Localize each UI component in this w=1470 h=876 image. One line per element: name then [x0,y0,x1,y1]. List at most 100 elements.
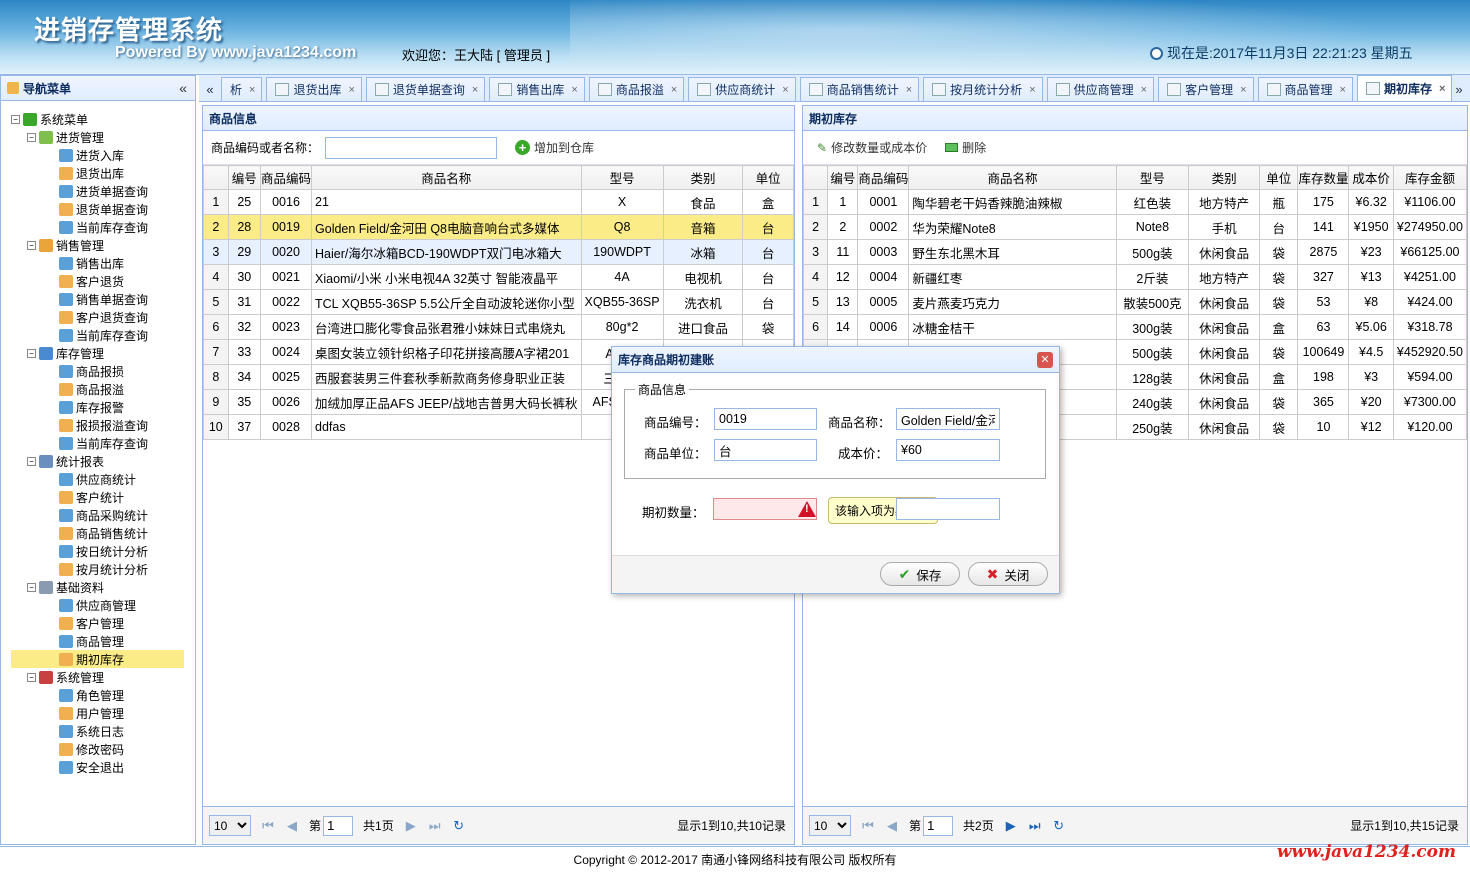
tab-close-icon[interactable]: × [1340,84,1346,96]
nav-item[interactable]: 进货单据查询 [11,182,184,200]
collapse-icon[interactable]: − [27,582,36,592]
save-button[interactable]: ✔ 保存 [880,562,960,586]
collapse-icon[interactable]: − [11,114,20,124]
edit-qty-cost-button[interactable]: ✎ 修改数量或成本价 [811,139,933,156]
nav-item[interactable]: 系统日志 [11,722,184,740]
delete-button[interactable]: 删除 [939,139,992,156]
stock-page-size-select[interactable]: 10 [809,815,851,836]
nav-item[interactable]: 客户统计 [11,488,184,506]
nav-item[interactable]: 修改密码 [11,740,184,758]
table-row[interactable]: 3 11 0003 野生东北黑木耳 500g装 休闲食品袋 2875 ¥23 ¥66125.00 [802,239,1468,265]
prev-page-icon[interactable]: ◀ [885,818,899,834]
tab-close-icon[interactable]: × [249,84,255,96]
tab[interactable]: 期初库存 × [1356,75,1453,101]
table-row[interactable]: 4 12 0004 新疆红枣 2斤装 地方特产袋 327 ¥13 ¥4251.00 [802,264,1468,290]
tab-close-icon[interactable]: × [671,84,677,96]
table-row[interactable]: 4 30 0021 Xiaomi/小米 小米电视4A 32英寸 智能液晶平 4A 电视机台 [203,264,794,290]
tab[interactable]: 供应商统计 × [688,77,796,101]
last-page-icon[interactable]: ⏭ [428,818,442,834]
tab-close-icon[interactable]: × [1240,84,1246,96]
name-field[interactable] [896,408,1000,430]
nav-item[interactable]: 期初库存 [11,650,184,668]
column-header[interactable]: 商品编码 [857,165,910,190]
column-header[interactable]: 编号 [227,165,262,190]
column-header[interactable]: 类别 [1188,165,1261,190]
close-button[interactable]: ✖ 关闭 [968,562,1048,586]
nav-item[interactable]: 退货出库 [11,164,184,182]
tab-close-icon[interactable]: × [1029,84,1035,96]
tab[interactable]: 商品管理 × [1257,77,1353,101]
refresh-icon[interactable]: ↻ [1052,818,1066,834]
nav-item[interactable]: 商品销售统计 [11,524,184,542]
nav-item[interactable]: 退货单据查询 [11,200,184,218]
stock-page-input[interactable] [923,815,954,836]
nav-item[interactable]: 商品采购统计 [11,506,184,524]
collapse-nav-button[interactable]: « [179,80,187,96]
tab-scroll-left-button[interactable]: « [203,77,217,101]
collapse-icon[interactable]: − [27,672,36,682]
tab-close-icon[interactable]: × [782,84,788,96]
nav-item[interactable]: 进货入库 [11,146,184,164]
first-page-icon[interactable]: ⏮ [861,818,875,834]
tab-close-icon[interactable]: × [1141,84,1147,96]
nav-group[interactable]: − 系统管理 [11,668,184,686]
collapse-icon[interactable]: − [27,240,36,250]
nav-item[interactable]: 用户管理 [11,704,184,722]
nav-group[interactable]: − 统计报表 [11,452,184,470]
product-page-size-select[interactable]: 10 [209,815,251,836]
nav-item[interactable]: 按日统计分析 [11,542,184,560]
table-row[interactable]: 1 1 0001 陶华碧老干妈香辣脆油辣椒 红色装 地方特产瓶 175 ¥6.32 ¥1106.… [802,189,1468,215]
tab-close-icon[interactable]: × [906,84,912,96]
tab-close-icon[interactable]: × [1439,83,1445,95]
tab[interactable]: 退货单据查询 × [365,77,486,101]
product-page-input[interactable] [323,815,354,836]
column-header[interactable] [203,165,229,190]
column-header[interactable]: 库存金额 [1392,165,1468,190]
column-header[interactable]: 编号 [827,165,859,190]
table-row[interactable]: 2 2 0002 华为荣耀Note8 Note8 手机台 141 ¥1950 ¥274950.0… [802,214,1468,240]
nav-item[interactable]: 供应商管理 [11,596,184,614]
tab-close-icon[interactable]: × [348,84,354,96]
nav-item[interactable]: 按月统计分析 [11,560,184,578]
nav-group[interactable]: − 销售管理 [11,236,184,254]
product-search-input[interactable] [325,136,498,159]
column-header[interactable]: 类别 [662,165,744,190]
next-page-icon[interactable]: ▶ [1004,818,1018,834]
nav-item[interactable]: 角色管理 [11,686,184,704]
column-header[interactable]: 型号 [1115,165,1190,190]
table-row[interactable]: 1 25 0016 21 X 食品盒 [203,189,794,215]
tab[interactable]: 商品报溢 × [588,77,685,101]
column-header[interactable]: 商品名称 [908,165,1117,190]
table-row[interactable]: 6 14 0006 冰糖金桔干 300g装 休闲食品盒 63 ¥5.06 ¥318.78 [802,314,1468,340]
tab-close-icon[interactable]: × [571,84,577,96]
prev-page-icon[interactable]: ◀ [285,818,299,834]
unit-field[interactable] [714,439,817,461]
nav-item[interactable]: 库存报警 [11,398,184,416]
tab-close-icon[interactable]: × [472,84,478,96]
nav-group[interactable]: − 基础资料 [11,578,184,596]
nav-group[interactable]: − 进货管理 [11,128,184,146]
table-row[interactable]: 5 31 0022 TCL XQB55-36SP 5.5公斤全自动波轮迷你小型 XQB5… [203,289,794,315]
next-page-icon[interactable]: ▶ [404,818,418,834]
table-row[interactable]: 2 28 0019 Golden Field/金河田 Q8电脑音响台式多媒体 Q8 音箱台 [203,214,794,240]
nav-item[interactable]: 客户退货查询 [11,308,184,326]
column-header[interactable]: 成本价 [1348,165,1394,190]
collapse-icon[interactable]: − [27,348,36,358]
collapse-icon[interactable]: − [27,456,36,466]
nav-item[interactable]: 销售出库 [11,254,184,272]
nav-root[interactable]: − 系统菜单 [11,110,184,128]
tab[interactable]: 按月统计分析 × [923,77,1043,101]
collapse-icon[interactable]: − [27,132,36,142]
column-header[interactable]: 库存数量 [1297,165,1350,190]
tab[interactable]: 析 × [221,77,263,101]
nav-item[interactable]: 报损报溢查询 [11,416,184,434]
refresh-icon[interactable]: ↻ [452,818,466,834]
nav-item[interactable]: 商品报损 [11,362,184,380]
table-row[interactable]: 5 13 0005 麦片燕麦巧克力 散装500克 休闲食品袋 53 ¥8 ¥424.00 [802,289,1468,315]
nav-item[interactable]: 当前库存查询 [11,218,184,236]
tab[interactable]: 供应商管理 × [1046,77,1155,101]
tab[interactable]: 退货出库 × [266,77,362,101]
column-header[interactable]: 商品编码 [259,165,313,190]
nav-item[interactable]: 销售单据查询 [11,290,184,308]
last-page-icon[interactable]: ⏭ [1028,818,1042,834]
